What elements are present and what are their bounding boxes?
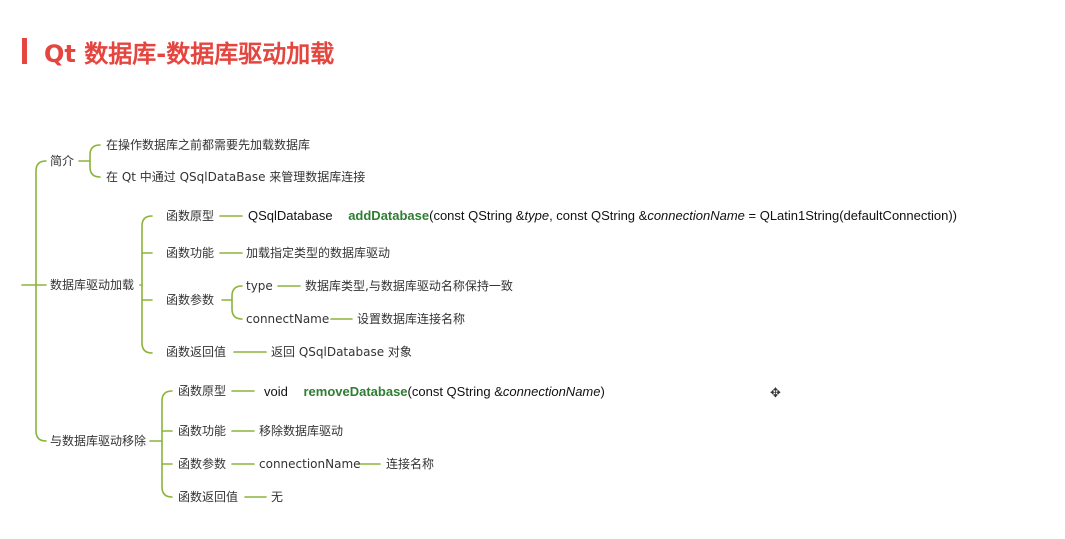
remove-database-return-type: void — [264, 384, 288, 399]
remove-database-param-name: connectionName — [502, 384, 601, 399]
branch-load-label: 数据库驱动加载 — [50, 278, 135, 292]
add-database-param1-type: (const QString & — [429, 208, 525, 223]
intro-item-2: 在 Qt 中通过 QSqlDataBase 来管理数据库连接 — [106, 170, 366, 184]
remove-param-name: connectionName — [259, 457, 361, 471]
move-cursor-icon: ✥ — [770, 386, 781, 401]
intro-item-1: 在操作数据库之前都需要先加载数据库 — [106, 138, 311, 152]
load-param-connectname-desc: 设置数据库连接名称 — [357, 312, 466, 326]
load-params-label: 函数参数 — [166, 293, 215, 307]
remove-database-close: ) — [600, 384, 605, 399]
load-func-text: 加载指定类型的数据库驱动 — [246, 246, 391, 260]
load-param-connectname-name: connectName — [246, 312, 330, 326]
remove-return-label: 函数返回值 — [178, 490, 239, 504]
add-database-param1-name: type — [524, 208, 550, 223]
add-database-function-name: addDatabase — [348, 208, 430, 223]
remove-database-function-name: removeDatabase — [303, 384, 408, 399]
branch-remove-label: 与数据库驱动移除 — [50, 434, 147, 448]
add-database-param2-name: connectionName — [647, 208, 745, 223]
remove-func-label: 函数功能 — [178, 424, 227, 438]
branch-intro-label: 简介 — [50, 154, 75, 168]
remove-param-desc: 连接名称 — [386, 457, 435, 471]
remove-database-param-type: (const QString & — [407, 384, 503, 399]
remove-database-signature: void removeDatabase(const QString &conne… — [264, 384, 605, 400]
load-param-type-name: type — [246, 279, 273, 293]
remove-proto-label: 函数原型 — [178, 384, 227, 398]
load-return-label: 函数返回值 — [166, 345, 227, 359]
remove-func-text: 移除数据库驱动 — [259, 424, 344, 438]
load-proto-label: 函数原型 — [166, 209, 215, 223]
mindmap-connectors — [21, 144, 381, 498]
load-func-label: 函数功能 — [166, 246, 215, 260]
add-database-signature: QSqlDatabase addDatabase(const QString &… — [248, 208, 957, 224]
add-database-default: = QLatin1String(defaultConnection)) — [744, 208, 958, 223]
remove-return-text: 无 — [271, 490, 284, 504]
add-database-param2-type: , const QString & — [549, 208, 648, 223]
load-return-text: 返回 QSqlDatabase 对象 — [271, 345, 412, 359]
remove-params-label: 函数参数 — [178, 457, 227, 471]
load-param-type-desc: 数据库类型,与数据库驱动名称保持一致 — [305, 279, 513, 293]
add-database-return-type: QSqlDatabase — [248, 208, 333, 223]
